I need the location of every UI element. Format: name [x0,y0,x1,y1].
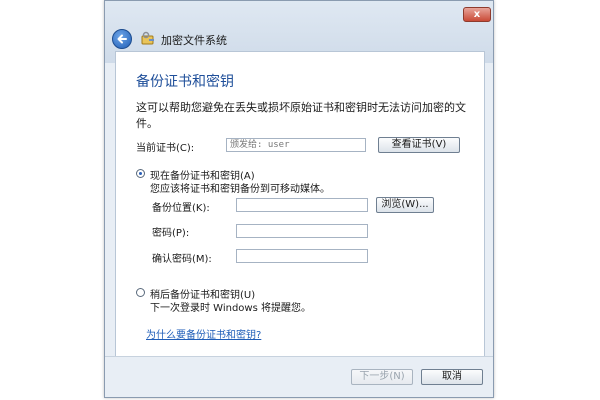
why-backup-link[interactable]: 为什么要备份证书和密钥? [146,326,261,341]
window-title: 加密文件系统 [161,34,227,47]
confirm-password-label: 确认密码(M): [152,254,212,265]
page-title: 备份证书和密钥 [136,74,234,90]
confirm-password-input[interactable] [236,249,368,263]
next-button[interactable]: 下一步(N) [351,369,413,385]
backup-later-subtitle: 下一次登录时 Windows 将提醒您。 [150,303,311,314]
back-arrow-icon[interactable] [112,29,132,49]
page-description: 这可以帮助您避免在丢失或损坏原始证书和密钥时无法访问加密的文件。 [136,101,466,130]
password-input[interactable] [236,224,368,238]
current-cert-field: 颁发给: user [226,138,366,152]
backup-location-input[interactable] [236,198,368,212]
efs-dialog-window: x 加密文件系统 备份证书和密钥 这可以帮助您避免在丢失或损坏原始证书和密钥时无… [104,0,494,398]
view-certificate-button[interactable]: 查看证书(V) [378,137,460,153]
backup-now-subtitle: 您应该将证书和密钥备份到可移动媒体。 [150,184,330,195]
backup-now-radio[interactable] [136,169,145,178]
browse-button[interactable]: 浏览(W)... [376,197,434,213]
current-cert-label: 当前证书(C): [136,143,195,154]
backup-location-label: 备份位置(K): [152,203,210,214]
close-button[interactable]: x [463,7,491,22]
content-pane: 备份证书和密钥 这可以帮助您避免在丢失或损坏原始证书和密钥时无法访问加密的文件。… [115,51,485,357]
cancel-button[interactable]: 取消 [421,369,483,385]
backup-later-radio[interactable] [136,288,145,297]
password-label: 密码(P): [152,228,190,239]
footer-bar: 下一步(N) 取消 [105,356,493,397]
key-certificate-icon [140,31,156,47]
